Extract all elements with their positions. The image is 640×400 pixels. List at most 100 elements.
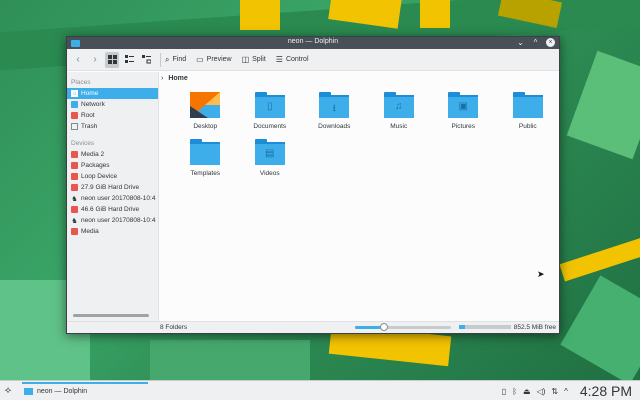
sidebar-item-label: Home [81, 90, 99, 97]
file-item-templates[interactable]: Templates [173, 139, 238, 177]
minimize-button[interactable]: ⌄ [516, 38, 525, 47]
sidebar-item-device[interactable]: 27.9 GiB Hard Drive [67, 182, 158, 193]
details-view-button[interactable] [139, 52, 153, 68]
split-icon: ◫ [241, 55, 250, 64]
drive-icon [71, 173, 78, 180]
preview-icon: ▭ [196, 55, 204, 64]
sidebar-item-label: Root [81, 112, 95, 119]
file-item-label: Documents [253, 123, 287, 130]
public-folder-icon [512, 92, 543, 118]
chevron-right-icon: › [161, 75, 164, 82]
volume-icon[interactable]: ◁) [537, 387, 546, 396]
user-drive-icon: ♞ [71, 217, 78, 225]
drive-icon [71, 228, 78, 235]
find-button[interactable]: ⌕ Find [165, 55, 186, 65]
templates-folder-icon [190, 139, 221, 165]
file-item-label: Pictures [451, 123, 475, 130]
drive-icon [71, 206, 78, 213]
pictures-folder-icon: ▣ [448, 92, 479, 118]
split-label: Split [252, 56, 266, 63]
details-view-icon [141, 55, 151, 64]
sidebar-item-root[interactable]: Root [67, 110, 158, 121]
task-label: neon — Dolphin [37, 388, 88, 395]
dolphin-app-icon [24, 388, 33, 395]
close-button[interactable]: × [546, 38, 555, 47]
file-item-label: Templates [190, 170, 221, 177]
control-label: Control [285, 56, 309, 63]
zoom-slider[interactable] [355, 323, 451, 331]
sidebar-scrollbar[interactable] [73, 314, 149, 317]
menu-icon: ☰ [275, 55, 283, 64]
sidebar-item-label: 27.9 GiB Hard Drive [81, 184, 140, 191]
sidebar-item-device[interactable]: Loop Device [67, 171, 158, 182]
file-item-label: Music [390, 123, 408, 130]
drive-icon [71, 184, 78, 191]
breadcrumb[interactable]: › Home [159, 72, 559, 85]
file-item-label: Videos [259, 170, 280, 177]
sidebar-item-label: neon user 20170808-10:4 [81, 217, 156, 224]
file-item-videos[interactable]: ▤ Videos [238, 139, 303, 177]
sidebar-item-device[interactable]: 46.6 GiB Hard Drive [67, 204, 158, 215]
chevron-right-icon: › [93, 54, 97, 65]
places-section-label: Places [71, 79, 91, 86]
sidebar-item-label: Media [81, 228, 99, 235]
file-item-downloads[interactable]: ⭳ Downloads [302, 92, 367, 130]
sidebar-item-trash[interactable]: Trash [67, 121, 158, 132]
task-item-dolphin[interactable]: neon — Dolphin [22, 381, 148, 400]
downloads-folder-icon: ⭳ [319, 92, 350, 118]
network-icon[interactable]: ⇅ [551, 387, 558, 396]
trash-icon [71, 123, 78, 130]
chevron-left-icon: ‹ [76, 54, 80, 65]
sidebar-item-network[interactable]: Network [67, 99, 158, 110]
drive-icon [71, 162, 78, 169]
item-count: 8 Folders [160, 324, 188, 331]
find-label: Find [172, 56, 187, 63]
documents-folder-icon: ▯ [254, 92, 285, 118]
sidebar-item-device[interactable]: Media 2 [67, 149, 158, 160]
compact-view-button[interactable] [122, 52, 136, 68]
sidebar-item-device[interactable]: ♞ neon user 20170808-10:4 [67, 215, 158, 226]
icons-view-button[interactable] [105, 51, 119, 68]
launcher-icon: ⟡ [4, 385, 12, 396]
sidebar-item-home[interactable]: ⌂ Home [67, 88, 158, 99]
breadcrumb-current[interactable]: Home [168, 75, 187, 82]
back-button[interactable]: ‹ [71, 52, 85, 68]
preview-button[interactable]: ▭ Preview [196, 55, 231, 64]
file-item-desktop[interactable]: Desktop [173, 92, 238, 130]
taskbar: ⟡ neon — Dolphin ▯ ᛒ ⏏ ◁) ⇅ ^ 4:28 PM [0, 380, 640, 400]
file-item-documents[interactable]: ▯ Documents [238, 92, 303, 130]
devices-section-label: Devices [71, 140, 95, 147]
sidebar-item-label: Network [81, 101, 105, 108]
status-bar: 8 Folders 852.5 MiB free [67, 321, 559, 333]
root-folder-icon [71, 112, 78, 119]
videos-folder-icon: ▤ [254, 139, 285, 165]
bluetooth-icon[interactable]: ᛒ [512, 387, 517, 396]
forward-button[interactable]: › [88, 52, 102, 68]
file-item-label: Desktop [193, 123, 218, 130]
sidebar-item-label: neon user 20170808-10:4 [81, 195, 156, 202]
file-item-label: Downloads [318, 123, 351, 130]
clock[interactable]: 4:28 PM [580, 383, 632, 399]
dolphin-window: neon — Dolphin ⌄ ^ × ‹ › ⌕ Find ▭ Previe… [66, 36, 560, 334]
device-notifier-icon[interactable]: ⏏ [523, 387, 531, 396]
file-view[interactable]: › Home Desktop ▯ Documents ⭳ Downloads ♫… [159, 72, 559, 321]
sidebar-item-device[interactable]: Media [67, 226, 158, 237]
tray-expand-icon[interactable]: ^ [564, 387, 568, 396]
control-button[interactable]: ☰ Control [276, 55, 309, 64]
zoom-slider-handle[interactable] [379, 323, 388, 331]
split-button[interactable]: ◫ Split [242, 55, 266, 64]
file-item-music[interactable]: ♫ Music [367, 92, 432, 130]
sidebar-item-device[interactable]: ♞ neon user 20170808-10:4 [67, 193, 158, 204]
maximize-button[interactable]: ^ [531, 38, 540, 47]
file-item-public[interactable]: Public [496, 92, 561, 130]
clipboard-icon[interactable]: ▯ [502, 387, 506, 396]
window-titlebar[interactable]: neon — Dolphin ⌄ ^ × [67, 37, 559, 49]
preview-label: Preview [206, 56, 232, 63]
disk-space-fill [459, 325, 466, 329]
sidebar-item-device[interactable]: Packages [67, 160, 158, 171]
search-icon: ⌕ [165, 54, 170, 64]
places-panel: Places ⌂ Home Network Root Trash Devices… [67, 72, 159, 321]
sidebar-item-label: 46.6 GiB Hard Drive [81, 206, 140, 213]
file-item-pictures[interactable]: ▣ Pictures [431, 92, 496, 130]
application-launcher-button[interactable]: ⟡ [0, 385, 16, 396]
